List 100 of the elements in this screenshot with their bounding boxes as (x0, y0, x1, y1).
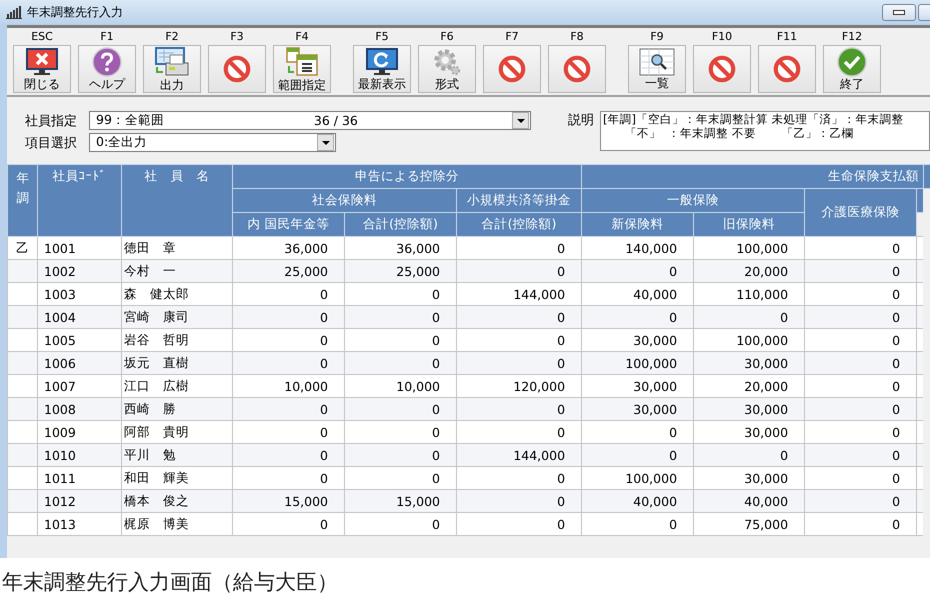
function-key-label: F8 (570, 31, 584, 43)
employee-dropdown[interactable]: 99：全範囲 36 / 36 (89, 111, 531, 130)
table-cell (8, 512, 38, 536)
table-cell: 0 (344, 512, 456, 536)
table-cell: 36,000 (344, 236, 456, 260)
table-cell: 25,000 (344, 260, 456, 282)
table-cell: 30,000 (582, 328, 694, 352)
column-header: 一般保険 (582, 188, 805, 212)
table-cell: 1001 (38, 236, 122, 260)
column-header: 小規模共済等掛金 (456, 188, 582, 212)
table-cell (8, 420, 38, 444)
table-cell: 1004 (38, 306, 122, 328)
table-cell: 0 (456, 260, 582, 282)
toolbar-button[interactable]: 出力 (143, 45, 201, 93)
toolbar-button[interactable]: ヘルプ (78, 45, 136, 93)
table-cell: 144,000 (456, 444, 582, 466)
table-cell: 0 (456, 512, 582, 536)
table-cell: 1008 (38, 398, 122, 420)
table-cell: 岩谷 哲明 (122, 328, 232, 352)
prohibited-icon (498, 55, 526, 83)
function-key-label: F1 (100, 31, 114, 43)
description-box: [年調]「空白」：年末調整計算 未処理「済」：年末調整 「不」 ：年末調整 不要 「乙」：乙欄 (600, 111, 930, 151)
table-cell: 0 (804, 444, 917, 466)
table-cell: 0 (456, 306, 582, 328)
table-cell (8, 306, 38, 328)
table-cell: 20,000 (694, 374, 805, 398)
minimize-button[interactable] (882, 4, 916, 21)
column-header: 合計(控除額) (344, 212, 456, 236)
toolbar-button[interactable]: 一覧 (628, 45, 686, 93)
table-cell: 0 (344, 282, 456, 306)
table-cell: 0 (456, 236, 582, 260)
table-cell: 75,000 (694, 512, 805, 536)
table-cell: 0 (456, 420, 582, 444)
table-cell: 1003 (38, 282, 122, 306)
table-cell (8, 282, 38, 306)
maximize-button[interactable] (918, 4, 930, 21)
table-cell: 0 (694, 306, 805, 328)
table-cell: 今村 一 (122, 260, 232, 282)
table-cell: 0 (804, 398, 917, 420)
table-cell: 阿部 貴明 (122, 420, 232, 444)
toolbar-button[interactable] (548, 45, 606, 93)
column-header: 年調 (8, 164, 38, 236)
toolbar-button[interactable] (758, 45, 816, 93)
table-cell: 0 (232, 444, 344, 466)
toolbar-button[interactable]: 形式 (418, 45, 476, 93)
table-cell: 30,000 (694, 420, 805, 444)
function-key-label: F2 (165, 31, 179, 43)
table-cell: 40,000 (694, 490, 805, 512)
help-icon (92, 47, 122, 77)
table-cell (8, 466, 38, 490)
table-cell: 0 (582, 306, 694, 328)
table-cell: 0 (804, 260, 917, 282)
table-cell: 10,000 (344, 374, 456, 398)
table-cell: 梶原 博美 (122, 512, 232, 536)
table-cell: 和田 輝美 (122, 466, 232, 490)
toolbar-button[interactable]: 最新表示 (353, 45, 411, 93)
function-key-label: ESC (31, 31, 53, 43)
table-cell: 0 (804, 352, 917, 374)
column-header: 社 員 名 (122, 164, 232, 236)
table-cell (8, 398, 38, 420)
toolbar-button[interactable]: 終了 (823, 45, 881, 93)
table-cell: 1006 (38, 352, 122, 374)
table-cell: 144,000 (456, 282, 582, 306)
toolbar-button[interactable]: 閉じる (13, 45, 71, 93)
item-dropdown[interactable]: 0:全出力 (89, 133, 336, 152)
table-cell (8, 374, 38, 398)
toolbar-button[interactable] (693, 45, 751, 93)
table-cell: 0 (344, 420, 456, 444)
toolbar-button[interactable]: 範囲指定 (273, 45, 331, 93)
table-cell: 西崎 勝 (122, 398, 232, 420)
table-cell: 1009 (38, 420, 122, 444)
column-header: 新保険料 (582, 212, 694, 236)
table-cell: 140,000 (582, 236, 694, 260)
function-key-label: F12 (842, 31, 862, 43)
prohibited-icon (563, 55, 591, 83)
table-cell: 1012 (38, 490, 122, 512)
table-cell: 15,000 (344, 490, 456, 512)
table-cell: 40,000 (582, 282, 694, 306)
app-icon (6, 5, 22, 19)
table-cell: 0 (582, 260, 694, 282)
check-icon (837, 47, 867, 77)
table-cell: 0 (804, 306, 917, 328)
table-cell: 0 (232, 466, 344, 490)
table-cell: 30,000 (694, 352, 805, 374)
column-header: 社会保険料 (232, 188, 456, 212)
table-cell: 0 (232, 352, 344, 374)
table-cell: 20,000 (694, 260, 805, 282)
table-cell: 30,000 (694, 466, 805, 490)
table-cell: 平川 勉 (122, 444, 232, 466)
function-key-label: F11 (776, 31, 798, 43)
toolbar-button[interactable] (208, 45, 266, 93)
table-cell: 100,000 (694, 236, 805, 260)
table-cell: 橋本 俊之 (122, 490, 232, 512)
dropdown-arrow-icon (322, 140, 330, 144)
table-cell: 0 (456, 398, 582, 420)
toolbar-button[interactable] (483, 45, 541, 93)
table-cell: 0 (344, 444, 456, 466)
table-cell: 36,000 (232, 236, 344, 260)
table-cell: 0 (582, 444, 694, 466)
table-cell: 0 (582, 512, 694, 536)
